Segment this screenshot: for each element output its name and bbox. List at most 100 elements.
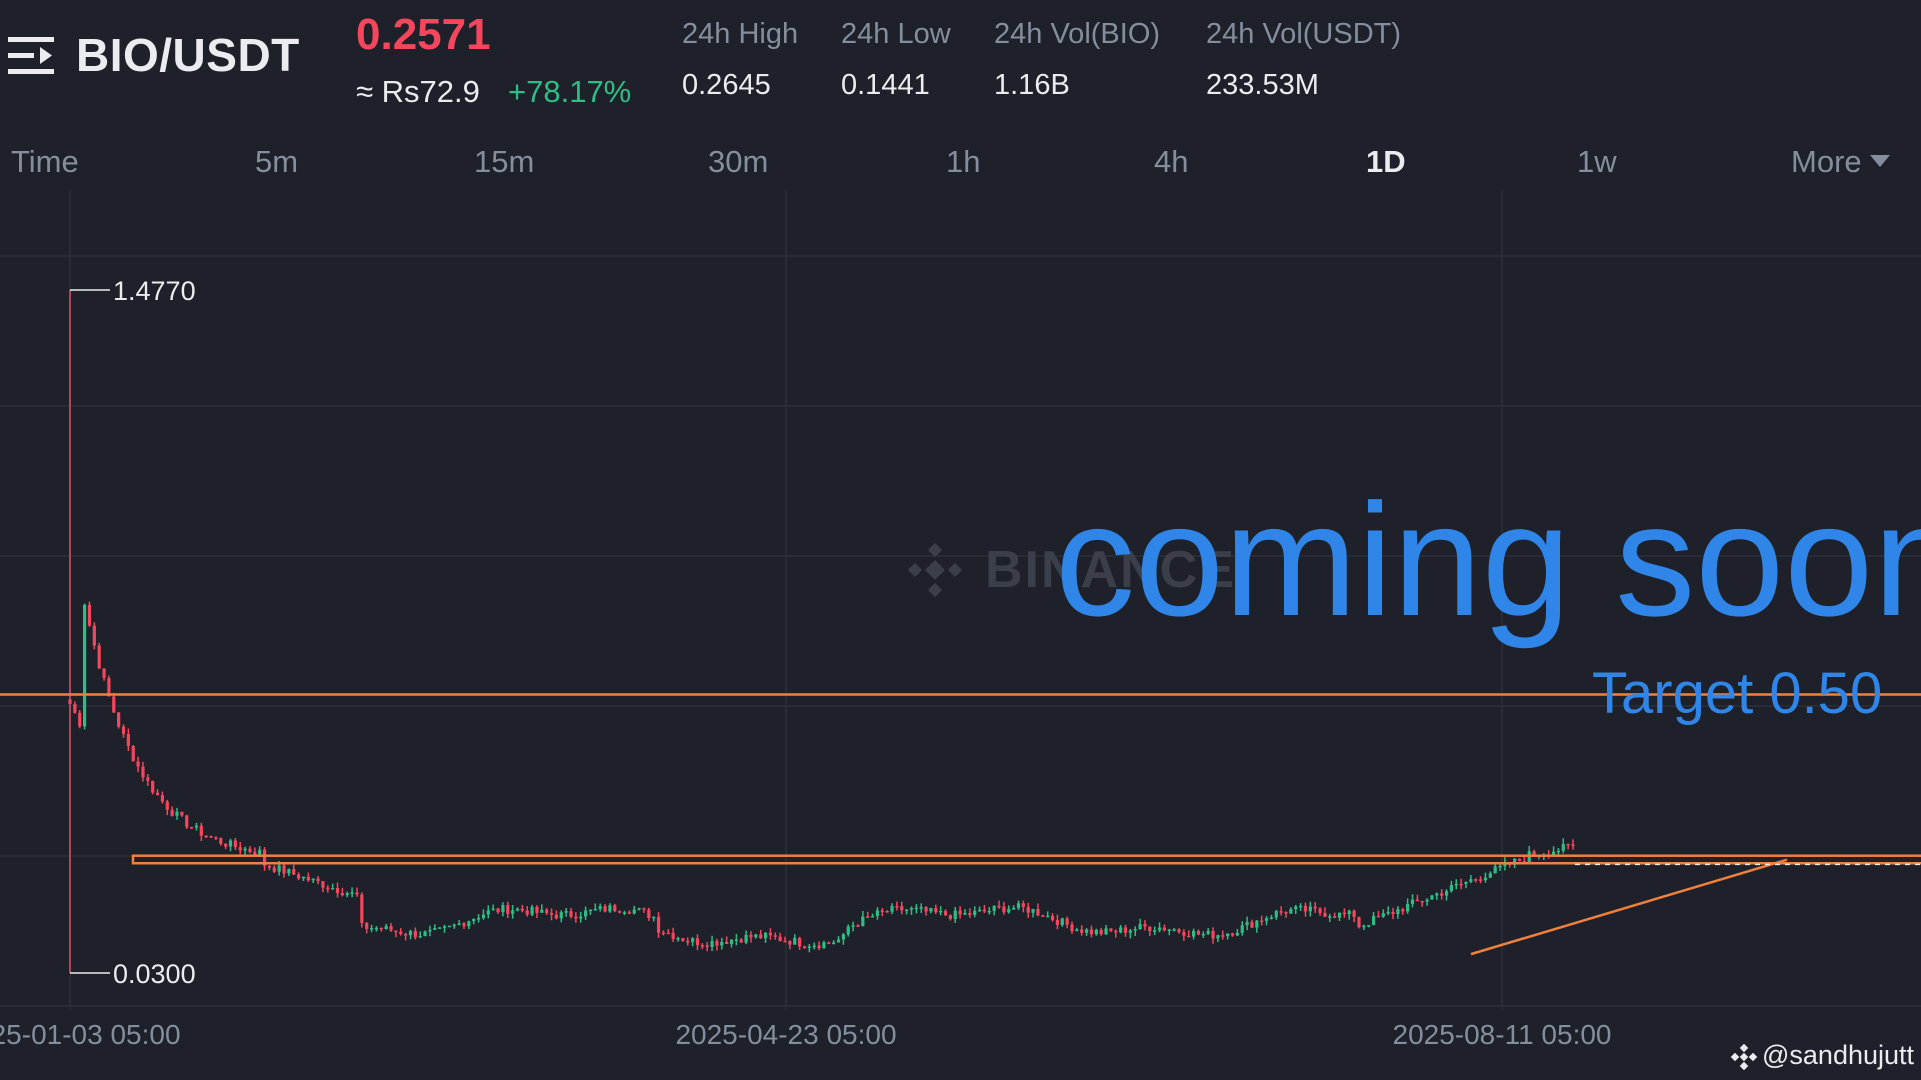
candle-body: [948, 915, 952, 919]
candle-body: [418, 936, 422, 938]
candle-body: [525, 910, 529, 915]
candle-body: [1483, 877, 1488, 881]
candle-body: [997, 905, 1001, 908]
caret-down-icon: [1869, 154, 1890, 167]
pair-title[interactable]: BIO/USDT: [76, 28, 300, 82]
tab-15m[interactable]: 15m: [474, 144, 534, 180]
candle-body: [92, 625, 96, 646]
candle-body: [267, 865, 272, 868]
candle-body: [637, 908, 641, 910]
candle-body: [1157, 927, 1162, 931]
candle-body: [861, 916, 865, 927]
candle-body: [112, 696, 116, 713]
candle-body: [399, 931, 403, 935]
candle-body: [1279, 911, 1283, 913]
candle-body: [681, 938, 685, 942]
author-handle[interactable]: @sandhujutt: [1762, 1040, 1914, 1071]
stat-value: 0.2645: [682, 69, 771, 101]
candle-body: [515, 908, 520, 911]
candle-body: [1556, 850, 1561, 853]
candle-body: [1235, 932, 1239, 936]
tab-1w[interactable]: 1w: [1577, 144, 1617, 180]
candle-body: [496, 908, 500, 913]
candle-body: [180, 811, 184, 816]
candle-body: [1046, 915, 1050, 918]
candle-body: [1299, 905, 1303, 908]
candle-body: [131, 746, 135, 762]
candle-body: [389, 926, 393, 931]
candle-body: [233, 840, 237, 848]
candle-body: [1109, 928, 1113, 931]
candle-body: [472, 918, 476, 922]
candle-body: [613, 905, 617, 912]
candle-body: [355, 892, 359, 895]
candle-body: [1478, 879, 1483, 881]
candle-body: [452, 924, 456, 927]
candle-body: [117, 712, 121, 727]
candle-body: [238, 847, 242, 851]
candle-body: [379, 927, 383, 930]
candle-body: [734, 939, 738, 941]
candle-body: [1318, 908, 1322, 913]
candle-body: [350, 892, 354, 894]
candle-body: [866, 916, 870, 918]
candle-body: [1367, 925, 1371, 927]
candle-body: [1440, 893, 1444, 896]
candle-body: [1464, 881, 1468, 884]
candle-body: [277, 865, 281, 872]
candle-body: [306, 876, 310, 881]
tab-1d[interactable]: 1D: [1366, 144, 1406, 180]
tab-5m[interactable]: 5m: [255, 144, 298, 180]
candle-body: [506, 905, 510, 914]
candle-body: [1250, 922, 1254, 928]
candle-body: [1192, 930, 1196, 937]
candle-body: [481, 914, 486, 919]
candle-body: [1065, 918, 1069, 925]
timeframe-tabs: Time 5m 15m 30m 1h 4h 1D 1w More: [0, 140, 1921, 190]
candle-body: [793, 937, 797, 945]
candle-body: [1201, 933, 1205, 936]
tab-time[interactable]: Time: [11, 144, 79, 180]
candle-body: [340, 893, 344, 896]
tab-1h[interactable]: 1h: [946, 144, 980, 180]
candle-body: [1269, 917, 1274, 919]
candle-body: [1255, 920, 1259, 928]
candle-body: [151, 780, 155, 793]
candle-body: [68, 699, 72, 705]
candle-body: [559, 912, 563, 919]
candle-body: [1104, 928, 1108, 935]
candle-body: [1153, 930, 1157, 932]
candle-body: [1401, 909, 1405, 912]
candle-body: [292, 869, 296, 875]
tab-more[interactable]: More: [1791, 144, 1890, 180]
candle-body: [185, 815, 189, 828]
binance-square-icon: [1730, 1043, 1758, 1071]
candle-body: [190, 827, 194, 829]
candle-body: [1333, 916, 1337, 918]
candle-body: [579, 916, 583, 919]
candle-body: [1488, 873, 1492, 878]
candle-body: [773, 935, 777, 937]
stat-24h-vol-usdt: 24h Vol(USDT) 233.53M: [1206, 18, 1401, 102]
stat-value: 233.53M: [1206, 69, 1319, 101]
candle-body: [282, 865, 286, 874]
candle-body: [841, 934, 845, 940]
stat-label: 24h Low: [841, 18, 951, 50]
tab-4h[interactable]: 4h: [1154, 144, 1188, 180]
tab-30m[interactable]: 30m: [708, 144, 768, 180]
candle-body: [1498, 865, 1502, 868]
candle-body: [87, 604, 92, 626]
candle-body: [175, 811, 179, 816]
candle-body: [953, 910, 957, 919]
menu-icon[interactable]: [6, 33, 56, 79]
candle-body: [827, 942, 831, 944]
candle-body: [1308, 906, 1312, 912]
candle-body: [1406, 904, 1410, 912]
candle-body: [160, 795, 165, 802]
candle-body: [783, 940, 787, 943]
candle-body: [875, 910, 880, 917]
candle-body: [243, 848, 247, 851]
candle-body: [958, 910, 962, 915]
candle-body: [583, 910, 588, 917]
candle-body: [943, 910, 948, 916]
